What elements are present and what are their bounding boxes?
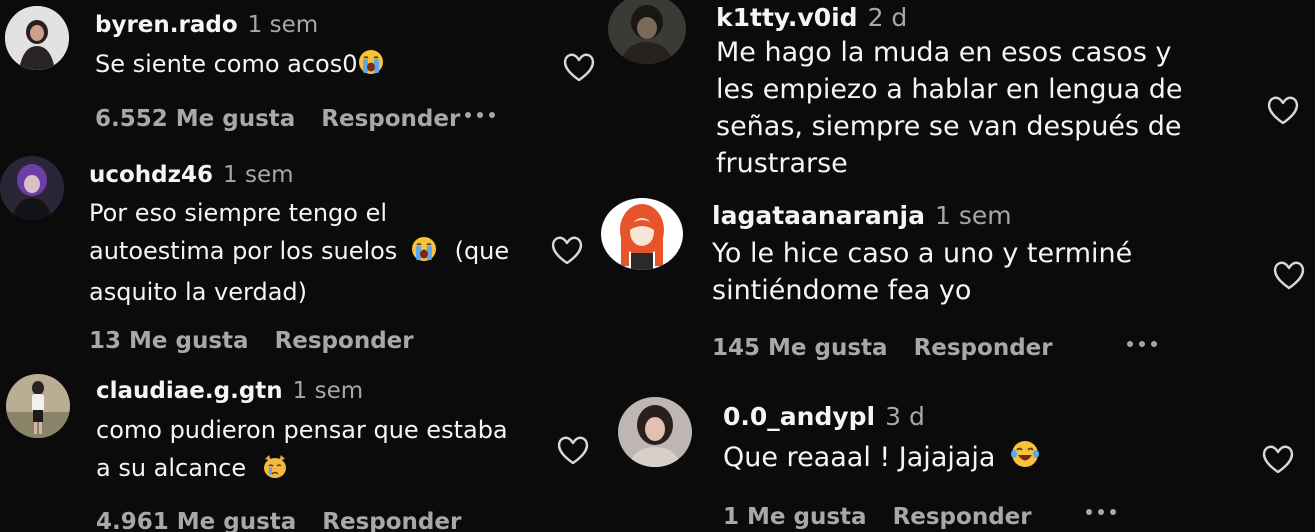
comment: byren.rado 1 sem Se siente como acos0 6.5… bbox=[0, 0, 610, 140]
heart-outline-icon[interactable] bbox=[1272, 259, 1306, 291]
reply-button[interactable]: Responder bbox=[275, 328, 414, 354]
heart-outline-icon[interactable] bbox=[556, 434, 590, 466]
comment-header: lagataanaranja 1 sem bbox=[712, 201, 1012, 230]
like-count[interactable]: 4.961 Me gusta bbox=[96, 509, 296, 532]
face-with-tears-of-joy-icon bbox=[1010, 439, 1040, 479]
avatar[interactable] bbox=[6, 374, 70, 438]
heart-outline-icon[interactable] bbox=[1261, 443, 1295, 475]
comment-header: claudiae.g.gtn 1 sem bbox=[96, 378, 363, 404]
username[interactable]: byren.rado bbox=[95, 12, 238, 38]
comment-header: ucohdz46 1 sem bbox=[89, 162, 294, 188]
comment-text: Yo le hice caso a uno y terminé sintiénd… bbox=[712, 238, 1133, 306]
avatar[interactable] bbox=[0, 156, 64, 220]
comment-actions: 145 Me gusta Responder bbox=[712, 335, 1053, 361]
avatar[interactable] bbox=[618, 397, 692, 467]
comment-actions: 4.961 Me gusta Responder bbox=[96, 509, 461, 532]
comment-text: Me hago la muda en esos casos y les empi… bbox=[716, 37, 1183, 179]
username[interactable]: lagataanaranja bbox=[712, 201, 925, 230]
comment-text: como pudieron pensar que estaba a su alc… bbox=[96, 411, 566, 490]
comment-header: 0.0_andypl 3 d bbox=[723, 402, 925, 431]
comment-header: k1tty.v0id 2 d bbox=[716, 3, 907, 32]
username[interactable]: claudiae.g.gtn bbox=[96, 378, 283, 404]
heart-outline-icon[interactable] bbox=[562, 51, 596, 83]
like-count[interactable]: 6.552 Me gusta bbox=[95, 106, 295, 132]
username[interactable]: 0.0_andypl bbox=[723, 402, 875, 431]
username[interactable]: ucohdz46 bbox=[89, 162, 213, 188]
more-options-icon[interactable] bbox=[1083, 507, 1123, 517]
comment: claudiae.g.gtn 1 sem como pudieron pensar… bbox=[0, 370, 610, 532]
like-count[interactable]: 145 Me gusta bbox=[712, 335, 888, 361]
reply-button[interactable]: Responder bbox=[893, 504, 1032, 530]
avatar[interactable] bbox=[601, 198, 683, 270]
timestamp: 1 sem bbox=[247, 12, 319, 38]
reply-button[interactable]: Responder bbox=[321, 106, 460, 132]
comments-column-left: byren.rado 1 sem Se siente como acos0 6.5… bbox=[0, 0, 610, 532]
comment-actions: 1 Me gusta Responder bbox=[723, 504, 1032, 530]
avatar[interactable] bbox=[608, 0, 686, 64]
comment: 0.0_andypl 3 d Que reaaal ! Jajajaja 1 Me… bbox=[600, 392, 1315, 532]
more-options-icon[interactable] bbox=[1124, 339, 1164, 349]
heart-outline-icon[interactable] bbox=[550, 234, 584, 266]
reply-button[interactable]: Responder bbox=[914, 335, 1053, 361]
timestamp: 2 d bbox=[867, 3, 908, 32]
like-count[interactable]: 1 Me gusta bbox=[723, 504, 867, 530]
comment: k1tty.v0id 2 d Me hago la muda en esos ca… bbox=[600, 0, 1315, 190]
timestamp: 3 d bbox=[885, 402, 925, 431]
avatar[interactable] bbox=[5, 6, 69, 70]
heart-outline-icon[interactable] bbox=[1266, 94, 1300, 126]
timestamp: 1 sem bbox=[935, 201, 1012, 230]
comment: ucohdz46 1 sem Por eso siempre tengo el a… bbox=[0, 150, 610, 360]
comment-text: Que reaaal ! Jajajaja bbox=[723, 439, 1040, 479]
comment-actions: 6.552 Me gusta Responder bbox=[95, 106, 460, 132]
comment: lagataanaranja 1 sem Yo le hice caso a un… bbox=[600, 195, 1315, 375]
timestamp: 1 sem bbox=[292, 378, 364, 404]
crying-cat-face-icon bbox=[262, 452, 288, 490]
comment-actions: 13 Me gusta Responder bbox=[89, 328, 414, 354]
comment-text: Por eso siempre tengo el autoestima por … bbox=[89, 199, 510, 306]
more-options-icon[interactable] bbox=[462, 110, 502, 120]
timestamp: 1 sem bbox=[223, 162, 294, 188]
username[interactable]: k1tty.v0id bbox=[716, 3, 858, 32]
like-count[interactable]: 13 Me gusta bbox=[89, 328, 249, 354]
loudly-crying-face-icon bbox=[358, 48, 384, 86]
reply-button[interactable]: Responder bbox=[322, 509, 461, 532]
comments-column-right: k1tty.v0id 2 d Me hago la muda en esos ca… bbox=[600, 0, 1315, 532]
comment-header: byren.rado 1 sem bbox=[95, 12, 318, 38]
loudly-crying-face-icon bbox=[411, 235, 437, 273]
comment-text: Se siente como acos0 bbox=[95, 45, 384, 86]
